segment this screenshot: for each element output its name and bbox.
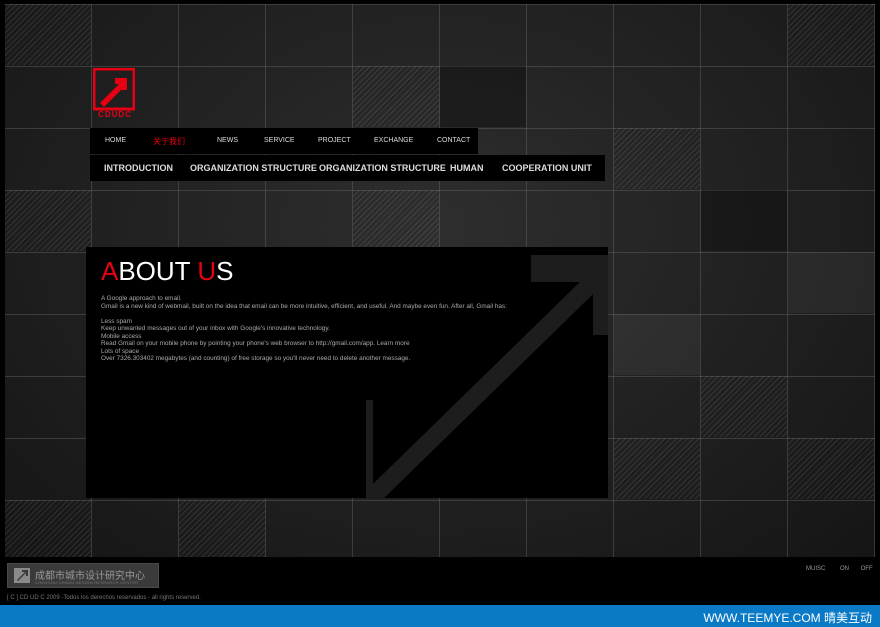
grid-tile [614, 314, 700, 375]
org-mark-icon [14, 568, 30, 583]
grid-tile [5, 190, 91, 251]
body-line: Less spam [101, 317, 132, 325]
music-off-button[interactable]: OFF [861, 566, 873, 572]
subnav-organization-structure-2[interactable]: ORGANIZATION STRUCTURE [319, 163, 446, 173]
page-title: ABOUT US [101, 256, 234, 286]
secondary-nav: INTRODUCTION ORGANIZATION STRUCTURE ORGA… [90, 155, 605, 181]
grid-tile [179, 500, 265, 557]
grid-tile [353, 190, 439, 251]
nav-news[interactable]: NEWS [217, 137, 238, 144]
grid-tile [788, 4, 874, 65]
grid-tile [5, 4, 91, 65]
grid-tile [701, 190, 787, 251]
watermark-text: WWW.TEEMYE.COM 晴美互动 [703, 611, 872, 625]
body-line: Read Gmail on your mobile phone by point… [101, 340, 410, 347]
grid-tile [353, 66, 439, 127]
subnav-introduction[interactable]: INTRODUCTION [104, 163, 173, 173]
grid-tile [5, 500, 91, 557]
grid-tile [614, 438, 700, 499]
nav-about[interactable]: 关于我们 [153, 136, 185, 147]
body-line [101, 310, 507, 318]
music-controls: MUISC ON OFF [806, 566, 880, 572]
footer-org-logo[interactable]: 成都市城市设计研究中心 CHENGDU URBAN DESIGN RESEARC… [7, 563, 159, 588]
subnav-organization-structure[interactable]: ORGANIZATION STRUCTURE [190, 163, 317, 173]
grid-tile [701, 376, 787, 437]
body-line: A Google approach to email. [101, 295, 182, 302]
body-line: Gmail is a new kind of webmail, built on… [101, 302, 507, 310]
grid-tile [614, 128, 700, 189]
nav-exchange[interactable]: EXCHANGE [374, 137, 413, 144]
music-label: MUISC [806, 566, 826, 572]
grid-tile [440, 66, 526, 127]
grid-tile [788, 438, 874, 499]
primary-nav: HOME 关于我们 NEWS SERVICE PROJECT EXCHANGE … [90, 128, 478, 154]
body-line: Lots of space [101, 347, 140, 355]
copyright: [ C ] CD UD C 2009 -Todos los derechos r… [7, 595, 201, 601]
subnav-cooperation-unit[interactable]: COOPERATION UNIT [502, 163, 592, 173]
org-name-en: CHENGDU URBAN DESIGN RESEARCH CENTER [35, 580, 139, 585]
grid-tile [788, 252, 874, 313]
body-line: Mobile access [101, 332, 142, 340]
nav-contact[interactable]: CONTACT [437, 137, 470, 144]
nav-service[interactable]: SERVICE [264, 137, 295, 144]
nav-home[interactable]: HOME [105, 137, 126, 144]
about-body: A Google approach to email. Gmail is a n… [101, 295, 507, 363]
logo-text: CDUDC [98, 110, 132, 119]
subnav-human[interactable]: HUMAN [450, 163, 484, 173]
music-on-button[interactable]: ON [840, 566, 849, 572]
body-line: Over 7326.303402 megabytes (and counting… [101, 355, 411, 362]
nav-project[interactable]: PROJECT [318, 137, 351, 144]
body-line: Keep unwanted messages out of your inbox… [101, 325, 330, 332]
watermark-bar: WWW.TEEMYE.COM 晴美互动 [0, 605, 880, 627]
